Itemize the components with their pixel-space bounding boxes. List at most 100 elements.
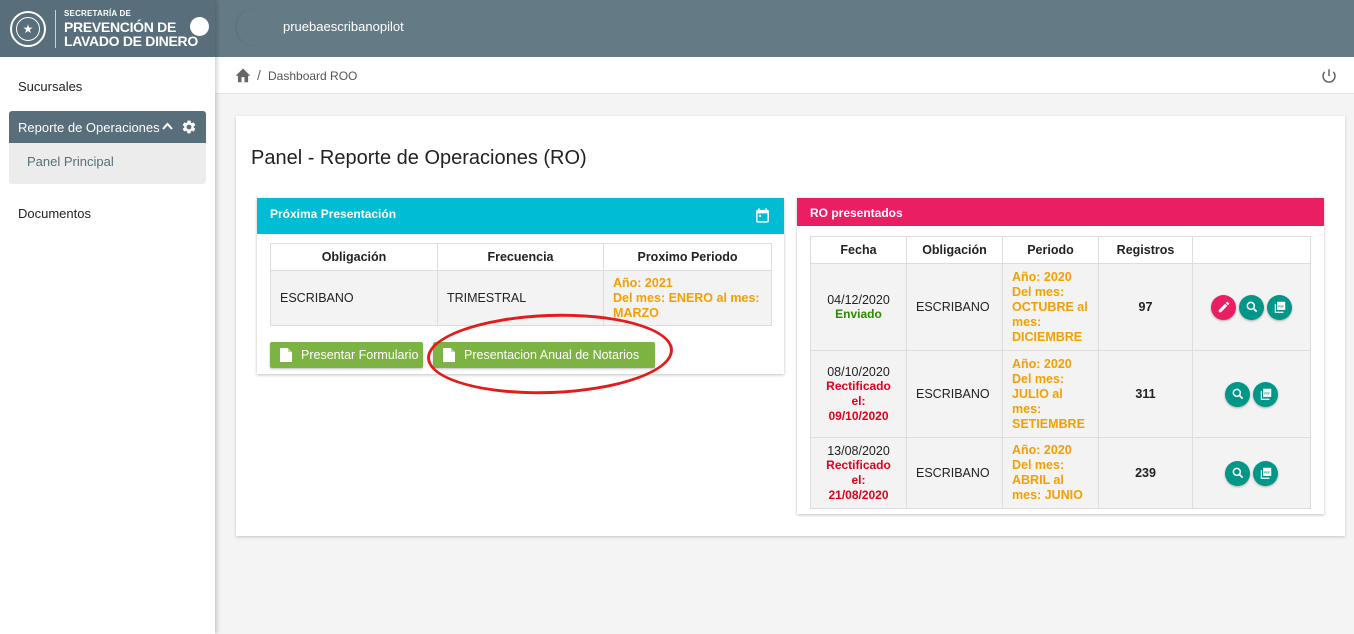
- ro-presented-header: RO presentados: [797, 198, 1324, 226]
- search-icon: [1232, 467, 1243, 479]
- power-icon[interactable]: [1320, 67, 1338, 85]
- presentacion-anual-label: Presentacion Anual de Notarios: [464, 348, 640, 362]
- cell-proximo-periodo: Año: 2021 Del mes: ENERO al mes: MARZO: [603, 270, 772, 326]
- next-presentation-table: Obligación Frecuencia Proximo Periodo ES…: [270, 243, 772, 326]
- cell-fecha: 04/12/2020 Enviado: [810, 263, 907, 351]
- document-icon: [280, 348, 292, 362]
- cell-fecha: 08/10/2020 Rectificado el: 09/10/2020: [810, 350, 907, 438]
- breadcrumb-current: Dashboard ROO: [268, 69, 358, 83]
- cell-fecha: 13/08/2020 Rectificado el: 21/08/2020: [810, 437, 907, 509]
- sidebar-subitem-panel-principal[interactable]: Panel Principal: [9, 143, 206, 184]
- ro-presented-table: Fecha Obligación Periodo Registros 04/12…: [810, 236, 1311, 509]
- document-icon: [443, 348, 455, 362]
- presentar-formulario-button[interactable]: Presentar Formulario: [270, 342, 423, 368]
- main-card: Panel - Reporte de Operaciones (RO) Próx…: [236, 116, 1345, 536]
- pdf-button[interactable]: PDF: [1253, 460, 1278, 486]
- cell-actions: PDF: [1192, 437, 1311, 509]
- next-presentation-header: Próxima Presentación: [257, 198, 784, 234]
- next-presentation-panel: Próxima Presentación Obligación Frecuenc…: [257, 198, 784, 374]
- periodo-range: Del mes: ENERO al mes: MARZO: [613, 290, 760, 320]
- sidebar-group-reporte: Reporte de Operaciones Panel Principal: [9, 111, 206, 184]
- periodo-range: Del mes: JULIO al mes: SETIEMBRE: [1012, 371, 1085, 431]
- pdf-button[interactable]: PDF: [1253, 381, 1278, 407]
- gear-icon[interactable]: [181, 119, 197, 135]
- view-button[interactable]: [1225, 460, 1250, 486]
- col-header-obligacion: Obligación: [270, 243, 438, 271]
- brand-header: ★ SECRETARÍA DE PREVENCIÓN DE LAVADO DE …: [0, 0, 215, 57]
- ro-presented-title: RO presentados: [810, 206, 903, 220]
- brand-line-2: PREVENCIÓN DE: [64, 18, 177, 35]
- view-button[interactable]: [1225, 381, 1250, 407]
- avatar[interactable]: [237, 9, 269, 45]
- cell-obligacion: ESCRIBANO: [906, 263, 1003, 351]
- cell-registros: 311: [1098, 350, 1193, 438]
- home-icon[interactable]: [234, 67, 252, 83]
- periodo-year: Año: 2020: [1012, 356, 1072, 371]
- cell-registros: 239: [1098, 437, 1193, 509]
- col-header-registros: Registros: [1098, 236, 1193, 264]
- sidebar-toggle-dot[interactable]: [190, 17, 209, 36]
- cell-periodo: Año: 2020 Del mes: ABRIL al mes: JUNIO: [1002, 437, 1099, 509]
- periodo-year: Año: 2021: [613, 275, 673, 290]
- cell-periodo: Año: 2020 Del mes: JULIO al mes: SETIEMB…: [1002, 350, 1099, 438]
- ro-presented-panel: RO presentados Fecha Obligación Periodo …: [797, 198, 1324, 514]
- col-header-actions: [1192, 236, 1311, 264]
- sidebar-nav: Sucursales Reporte de Operaciones Panel …: [0, 73, 215, 228]
- cell-obligacion: ESCRIBANO: [270, 270, 438, 326]
- pdf-button[interactable]: PDF: [1267, 294, 1292, 320]
- fecha-value: 13/08/2020: [827, 443, 890, 458]
- periodo-year: Año: 2020: [1012, 443, 1072, 457]
- username-label[interactable]: pruebaescribanopilot: [283, 19, 404, 34]
- view-button[interactable]: [1239, 294, 1264, 320]
- chevron-up-icon[interactable]: [162, 119, 173, 133]
- fecha-value: 08/10/2020: [827, 364, 890, 379]
- periodo-range: Del mes: OCTUBRE al mes: DICIEMBRE: [1012, 284, 1088, 344]
- col-header-obligacion: Obligación: [906, 236, 1003, 264]
- top-header: pruebaescribanopilot: [215, 0, 1354, 57]
- table-header-row: Obligación Frecuencia Proximo Periodo: [270, 243, 772, 271]
- status-badge: Rectificado el: 09/10/2020: [826, 378, 891, 423]
- edit-button[interactable]: [1211, 294, 1236, 320]
- national-seal-icon: ★: [10, 10, 46, 47]
- table-row: ESCRIBANO TRIMESTRAL Año: 2021 Del mes: …: [270, 270, 772, 326]
- sidebar-item-reporte-operaciones[interactable]: Reporte de Operaciones: [9, 111, 206, 143]
- presentacion-anual-notarios-button[interactable]: Presentacion Anual de Notarios: [433, 342, 655, 368]
- cell-actions: PDF: [1192, 350, 1311, 438]
- calendar-icon: [756, 208, 769, 223]
- svg-text:PDF: PDF: [1264, 470, 1270, 474]
- fecha-value: 04/12/2020: [827, 293, 890, 307]
- table-row: 08/10/2020 Rectificado el: 09/10/2020 ES…: [810, 350, 1311, 438]
- cell-actions: PDF: [1192, 263, 1311, 351]
- table-row: 04/12/2020 Enviado ESCRIBANO Año: 2020 D…: [810, 263, 1311, 351]
- sidebar-item-documentos[interactable]: Documentos: [0, 200, 215, 228]
- sidebar-item-sucursales[interactable]: Sucursales: [0, 73, 215, 101]
- cell-obligacion: ESCRIBANO: [906, 437, 1003, 509]
- cell-obligacion: ESCRIBANO: [906, 350, 1003, 438]
- pencil-icon: [1218, 301, 1229, 313]
- table-header-row: Fecha Obligación Periodo Registros: [810, 236, 1311, 264]
- status-badge: Rectificado el: 21/08/2020: [826, 457, 891, 502]
- col-header-periodo: Periodo: [1002, 236, 1099, 264]
- breadcrumb: / Dashboard ROO: [215, 57, 1354, 94]
- col-header-fecha: Fecha: [810, 236, 907, 264]
- svg-text:PDF: PDF: [1278, 304, 1284, 308]
- pdf-icon: PDF: [1260, 388, 1271, 400]
- brand-line-3: LAVADO DE DINERO: [64, 32, 198, 49]
- cell-frecuencia: TRIMESTRAL: [437, 270, 604, 326]
- status-badge: Enviado: [835, 307, 882, 321]
- col-header-frecuencia: Frecuencia: [437, 243, 604, 271]
- svg-text:PDF: PDF: [1264, 391, 1270, 395]
- table-row: 13/08/2020 Rectificado el: 21/08/2020 ES…: [810, 437, 1311, 509]
- col-header-proximo-periodo: Proximo Periodo: [603, 243, 772, 271]
- search-icon: [1232, 388, 1243, 400]
- breadcrumb-separator: /: [257, 67, 261, 83]
- brand-divider: [55, 9, 56, 48]
- brand-line-1: SECRETARÍA DE: [64, 8, 132, 18]
- next-presentation-title: Próxima Presentación: [270, 207, 397, 221]
- periodo-year: Año: 2020: [1012, 269, 1072, 284]
- brand-logo-text: SECRETARÍA DE PREVENCIÓN DE LAVADO DE DI…: [64, 8, 198, 49]
- sidebar: ★ SECRETARÍA DE PREVENCIÓN DE LAVADO DE …: [0, 0, 215, 634]
- sidebar-item-label: Reporte de Operaciones: [18, 119, 160, 135]
- cell-registros: 97: [1098, 263, 1193, 351]
- pdf-icon: PDF: [1274, 301, 1285, 313]
